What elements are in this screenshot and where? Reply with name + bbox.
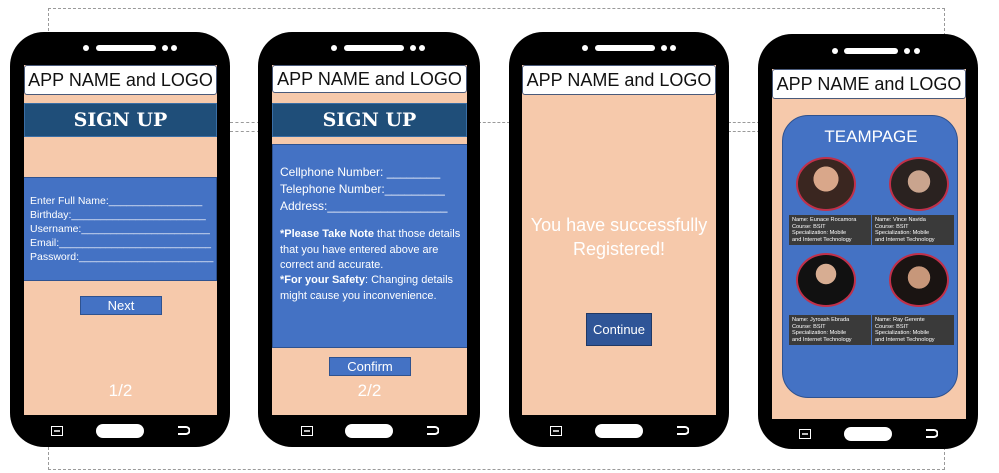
- screen: APP NAME and LOGO You have successfully …: [522, 65, 716, 415]
- member-avatar-2: [889, 157, 949, 211]
- menu-icon[interactable]: [550, 426, 562, 436]
- sensor-dot: [582, 45, 588, 51]
- back-icon[interactable]: [924, 428, 938, 439]
- signup-form-panel: Enter Full Name:________________ Birthda…: [24, 177, 217, 281]
- speaker-grille: [344, 45, 404, 51]
- menu-icon[interactable]: [301, 426, 313, 436]
- signup-header: SIGN UP: [272, 103, 467, 137]
- phone-teampage: APP NAME and LOGO TEAMPAGE Name: Eunace …: [758, 34, 978, 449]
- connector-line: [478, 122, 510, 123]
- full-name-field[interactable]: Enter Full Name:________________: [30, 195, 202, 207]
- member-avatar-4: [889, 253, 949, 307]
- cellphone-field[interactable]: Cellphone Number: ________: [280, 165, 440, 179]
- home-button[interactable]: [595, 424, 643, 438]
- page-indicator: 2/2: [357, 381, 382, 400]
- member-info-1: Name: Eunace Rocamora Course: BSIT Speci…: [789, 215, 871, 245]
- sensor-dot: [832, 48, 838, 54]
- speaker-grille: [595, 45, 655, 51]
- signup-header: SIGN UP: [24, 103, 217, 137]
- phone-success: APP NAME and LOGO You have successfully …: [509, 32, 729, 447]
- next-button[interactable]: Next: [80, 296, 162, 315]
- connector-line: [728, 131, 760, 132]
- camera-dot: [904, 48, 910, 54]
- safety-note-text: *For your Safety: Changing details might…: [280, 274, 454, 302]
- continue-button[interactable]: Continue: [586, 313, 652, 346]
- camera-dot: [661, 45, 667, 51]
- success-message-line2: Registered!: [572, 239, 666, 259]
- member-info-2: Name: Vince Navida Course: BSIT Speciali…: [872, 215, 954, 245]
- sensor-dot: [914, 48, 920, 54]
- member-avatar-3: [796, 253, 856, 307]
- sensor-dot: [171, 45, 177, 51]
- speaker-grille: [96, 45, 156, 51]
- app-name-logo-bar: APP NAME and LOGO: [24, 65, 217, 95]
- back-icon[interactable]: [675, 425, 689, 436]
- success-message-line1: You have successfully: [530, 215, 708, 235]
- camera-dot: [410, 45, 416, 51]
- screen: APP NAME and LOGO SIGN UP Enter Full Nam…: [24, 65, 217, 415]
- speaker-grille: [844, 48, 898, 54]
- back-icon[interactable]: [425, 425, 439, 436]
- confirm-button[interactable]: Confirm: [329, 357, 411, 376]
- birthday-field[interactable]: Birthday:_______________________: [30, 209, 206, 221]
- phone-signup-2: APP NAME and LOGO SIGN UP Cellphone Numb…: [258, 32, 480, 447]
- contact-form-panel: Cellphone Number: ________ Telephone Num…: [272, 144, 467, 348]
- phone-signup-1: APP NAME and LOGO SIGN UP Enter Full Nam…: [10, 32, 230, 447]
- teampage-title: TEAMPAGE: [824, 127, 918, 146]
- sensor-dot: [83, 45, 89, 51]
- menu-icon[interactable]: [51, 426, 63, 436]
- menu-icon[interactable]: [799, 429, 811, 439]
- screen: APP NAME and LOGO SIGN UP Cellphone Numb…: [272, 65, 467, 415]
- home-button[interactable]: [844, 427, 892, 441]
- telephone-field[interactable]: Telephone Number:_________: [280, 182, 445, 196]
- app-name-logo-bar: APP NAME and LOGO: [522, 65, 716, 95]
- back-icon[interactable]: [176, 425, 190, 436]
- camera-dot: [162, 45, 168, 51]
- sensor-dot: [419, 45, 425, 51]
- connector-line: [230, 131, 260, 132]
- address-field[interactable]: Address:__________________: [280, 199, 447, 213]
- screen: APP NAME and LOGO TEAMPAGE Name: Eunace …: [772, 69, 966, 419]
- email-field[interactable]: Email:__________________________: [30, 237, 211, 249]
- password-field[interactable]: Password:_______________________: [30, 251, 213, 263]
- connector-line: [728, 122, 760, 123]
- connector-line: [230, 122, 260, 123]
- member-avatar-1: [796, 157, 856, 211]
- home-button[interactable]: [345, 424, 393, 438]
- member-info-4: Name: Ray Gerente Course: BSIT Specializ…: [872, 315, 954, 345]
- sensor-dot: [670, 45, 676, 51]
- sensor-dot: [331, 45, 337, 51]
- team-panel: TEAMPAGE Name: Eunace Rocamora Course: B…: [782, 115, 958, 398]
- username-field[interactable]: Username:______________________: [30, 223, 210, 235]
- app-name-logo-bar: APP NAME and LOGO: [272, 65, 467, 93]
- page-indicator: 1/2: [108, 381, 133, 400]
- member-info-3: Name: Jyroash Ebrada Course: BSIT Specia…: [789, 315, 871, 345]
- app-name-logo-bar: APP NAME and LOGO: [772, 69, 966, 99]
- take-note-text: *Please Take Note that those details tha…: [280, 228, 461, 271]
- home-button[interactable]: [96, 424, 144, 438]
